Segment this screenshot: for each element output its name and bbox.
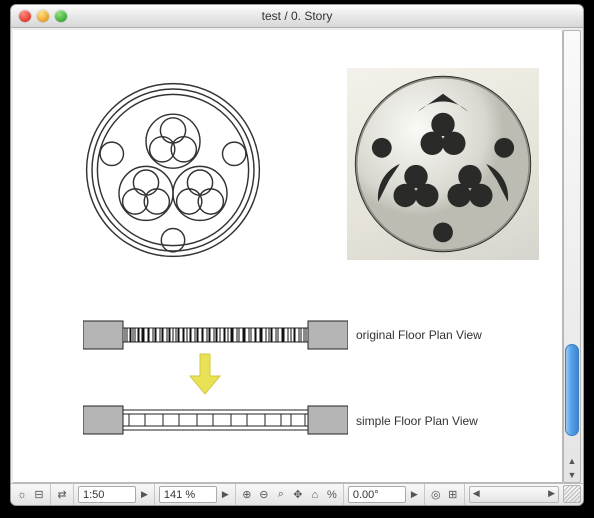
floor-plan-simple bbox=[83, 400, 348, 440]
label-original: original Floor Plan View bbox=[356, 328, 482, 342]
scale-field[interactable]: 1:50 bbox=[78, 486, 136, 503]
fit-button[interactable]: ⌕ bbox=[274, 488, 288, 502]
floor-plan-original bbox=[83, 315, 348, 355]
angle-field[interactable]: 0.00° bbox=[348, 486, 406, 503]
hscroll-right-icon[interactable]: ▶ bbox=[548, 488, 555, 499]
zoom-dropdown-icon[interactable]: ▶ bbox=[220, 489, 231, 500]
window-controls bbox=[19, 10, 67, 22]
window-title: test / 0. Story bbox=[11, 9, 583, 23]
zoom-in-button[interactable]: ⊕ bbox=[240, 488, 254, 502]
status-toolbar: ☼ ⊟ ⇄ 1:50 ▶ 141 % ▶ ⊕ ⊖ ⌕ ✥ ⌂ % bbox=[11, 483, 583, 505]
sun-icon[interactable]: ☼ bbox=[15, 488, 29, 502]
tracery-2d-drawing bbox=[83, 80, 263, 260]
close-button[interactable] bbox=[19, 10, 31, 22]
titlebar[interactable]: test / 0. Story bbox=[11, 5, 583, 28]
ruler-icon[interactable]: ⊟ bbox=[32, 488, 46, 502]
scroll-up-button[interactable]: ▲ bbox=[564, 454, 580, 468]
angle-dropdown-icon[interactable]: ▶ bbox=[409, 489, 420, 500]
zoom-field[interactable]: 141 % bbox=[159, 486, 217, 503]
grid-button[interactable]: ⊞ bbox=[446, 488, 460, 502]
zoom-button[interactable] bbox=[55, 10, 67, 22]
label-simple: simple Floor Plan View bbox=[356, 414, 478, 428]
hscroll-left-icon[interactable]: ◀ bbox=[473, 488, 480, 499]
scrollbar-thumb[interactable] bbox=[565, 344, 579, 436]
zoom-out-button[interactable]: ⊖ bbox=[257, 488, 271, 502]
minimize-button[interactable] bbox=[37, 10, 49, 22]
resize-handle[interactable] bbox=[563, 485, 581, 503]
drawing-canvas[interactable]: original Floor Plan View simple Floor Pl… bbox=[13, 30, 563, 483]
home-view-button[interactable]: ⌂ bbox=[308, 488, 322, 502]
scroll-down-button[interactable]: ▼ bbox=[564, 468, 580, 482]
arrow-down-icon bbox=[188, 352, 222, 396]
app-window: test / 0. Story bbox=[10, 4, 584, 506]
pan-button[interactable]: ✥ bbox=[291, 488, 305, 502]
scale-dropdown-icon[interactable]: ▶ bbox=[139, 489, 150, 500]
swap-icon[interactable]: ⇄ bbox=[55, 488, 69, 502]
vertical-scrollbar[interactable]: ▲ ▼ bbox=[563, 30, 581, 483]
horizontal-scrollbar[interactable]: ◀ ▶ bbox=[469, 486, 559, 503]
target-button[interactable]: ◎ bbox=[429, 488, 443, 502]
percent-button[interactable]: % bbox=[325, 488, 339, 502]
tracery-render bbox=[353, 74, 533, 254]
